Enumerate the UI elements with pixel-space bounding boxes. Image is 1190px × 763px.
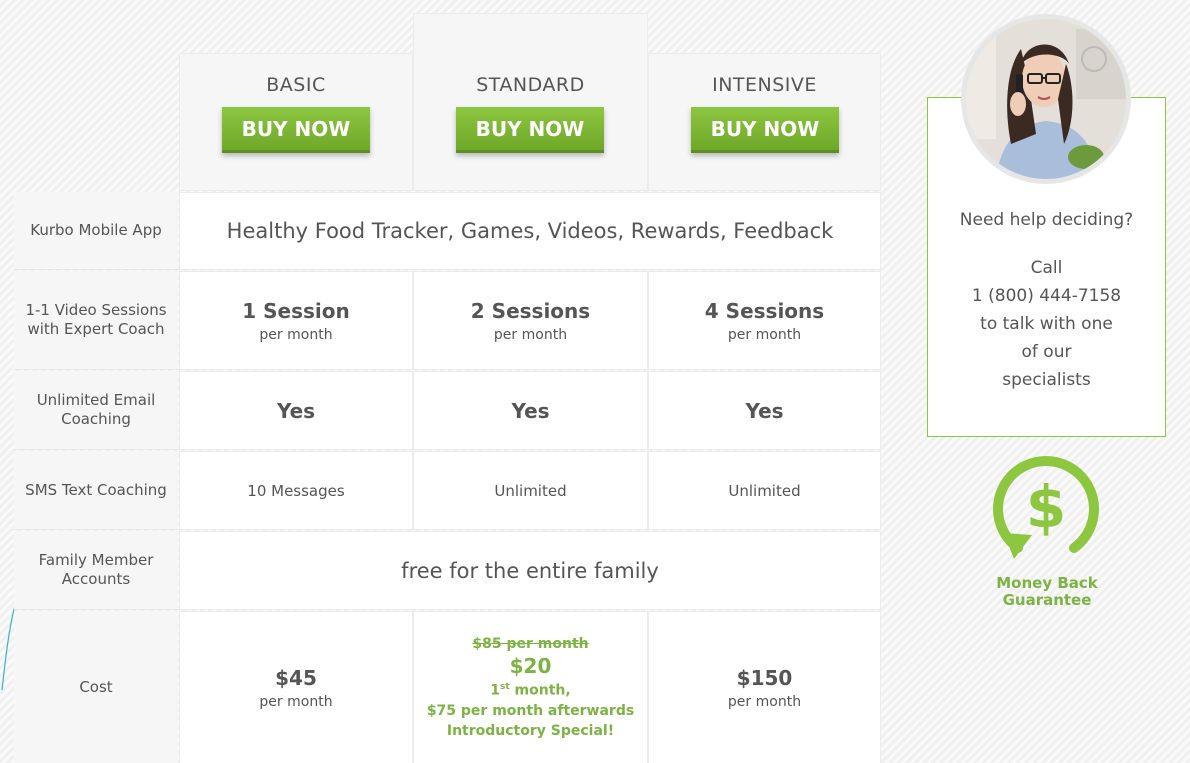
video-sessions-basic-unit: per month	[259, 326, 333, 343]
help-line-2: of our	[1021, 342, 1072, 362]
mobile-app-features: Healthy Food Tracker, Games, Videos, Rew…	[179, 192, 881, 270]
row-label-mobile-app: Kurbo Mobile App	[14, 192, 178, 270]
sms-coaching-basic-value: 10 Messages	[247, 481, 345, 500]
video-sessions-standard-unit: per month	[493, 326, 568, 343]
support-agent-avatar	[961, 14, 1131, 184]
plan-name-basic: BASIC	[266, 74, 326, 96]
sms-coaching-standard-value: Unlimited	[494, 481, 567, 500]
first-month-ordinal: st	[500, 682, 510, 693]
sms-coaching-basic: 10 Messages	[179, 451, 413, 530]
buy-now-button-intensive[interactable]: BUY NOW	[691, 107, 839, 153]
video-sessions-intensive-unit: per month	[727, 326, 802, 343]
mobile-app-features-text: Healthy Food Tracker, Games, Videos, Rew…	[226, 219, 834, 243]
email-coaching-basic: Yes	[179, 371, 413, 450]
plan-name-intensive: INTENSIVE	[712, 74, 817, 96]
sms-coaching-intensive: Unlimited	[648, 451, 881, 530]
row-label-video-sessions: 1-1 Video Sessions with Expert Coach	[14, 271, 178, 370]
video-sessions-basic: 1 Session per month	[179, 271, 413, 370]
sms-coaching-intensive-value: Unlimited	[728, 481, 801, 500]
email-coaching-basic-value: Yes	[276, 398, 316, 423]
cost-standard: $85 per month $20 1st month, $75 per mon…	[413, 611, 648, 763]
dollar-refresh-icon: $	[993, 456, 1099, 559]
first-month-text: month,	[509, 682, 571, 699]
cost-basic-price: $45	[275, 665, 317, 690]
cost-intensive-price: $150	[736, 665, 793, 690]
plan-header-intensive: INTENSIVE BUY NOW	[648, 53, 881, 191]
cost-basic-unit: per month	[259, 693, 333, 710]
video-sessions-intensive-count: 4 Sessions	[704, 298, 825, 323]
support-agent-photo	[966, 19, 1126, 179]
family-accounts-text: free for the entire family	[401, 558, 659, 583]
sms-coaching-standard: Unlimited	[413, 451, 648, 530]
help-phone-link[interactable]: 1 (800) 444-7158	[928, 286, 1165, 306]
plan-header-basic: BASIC BUY NOW	[179, 53, 413, 191]
cost-standard-price: $20	[509, 654, 552, 679]
row-label-cost: Cost	[14, 611, 178, 763]
video-sessions-standard-count: 2 Sessions	[470, 298, 591, 323]
cost-intensive: $150 per month	[648, 611, 881, 763]
email-coaching-standard-value: Yes	[511, 398, 550, 423]
cost-standard-special: Introductory Special!	[446, 722, 615, 739]
guarantee-line-2: Guarantee	[1002, 591, 1092, 609]
cost-standard-first-month: 1st month,	[490, 682, 570, 699]
buy-now-button-standard[interactable]: BUY NOW	[456, 107, 604, 153]
cost-basic: $45 per month	[179, 611, 413, 763]
help-line-1: to talk with one	[980, 314, 1113, 334]
plan-name-standard: STANDARD	[476, 74, 585, 96]
svg-text:$: $	[1026, 473, 1066, 541]
video-sessions-intensive: 4 Sessions per month	[648, 271, 881, 370]
video-sessions-basic-count: 1 Session	[242, 298, 350, 323]
email-coaching-standard: Yes	[413, 371, 648, 450]
help-question: Need help deciding?	[959, 210, 1134, 230]
email-coaching-intensive: Yes	[648, 371, 881, 450]
help-call-text: Call	[1030, 258, 1063, 278]
first-month-number: 1	[490, 682, 501, 699]
buy-now-button-basic[interactable]: BUY NOW	[222, 107, 370, 153]
cost-intensive-unit: per month	[727, 693, 802, 710]
money-back-guarantee-label: Money Back Guarantee	[980, 575, 1114, 609]
guarantee-line-1: Money Back	[996, 574, 1098, 592]
video-sessions-standard: 2 Sessions per month	[413, 271, 648, 370]
help-line-3: specialists	[1002, 370, 1091, 390]
cost-standard-afterwards: $75 per month afterwards	[426, 702, 635, 719]
row-label-sms-coaching: SMS Text Coaching	[14, 451, 178, 530]
row-label-email-coaching: Unlimited Email Coaching	[14, 371, 178, 450]
plan-header-standard: STANDARD BUY NOW	[413, 13, 648, 191]
row-label-family-accounts: Family Member Accounts	[14, 531, 178, 610]
family-accounts-value: free for the entire family	[179, 531, 881, 610]
email-coaching-intensive-value: Yes	[745, 398, 784, 423]
cost-standard-old-price: $85 per month	[472, 636, 589, 653]
